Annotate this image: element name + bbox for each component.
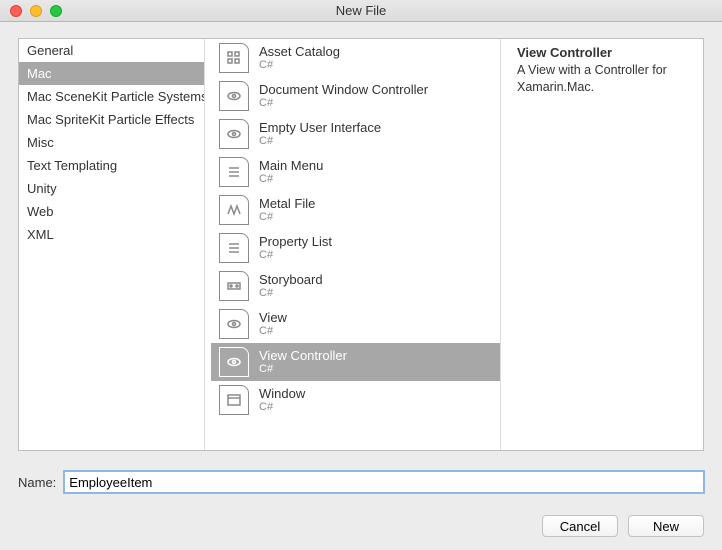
file-icon	[219, 195, 249, 225]
template-subtitle: C#	[259, 59, 340, 72]
category-item[interactable]: General	[19, 39, 204, 62]
template-item[interactable]: View ControllerC#	[211, 343, 500, 381]
template-details: View Controller A View with a Controller…	[507, 39, 703, 450]
template-name: View	[259, 310, 287, 326]
traffic-lights	[0, 5, 62, 17]
category-item[interactable]: Mac SpriteKit Particle Effects	[19, 108, 204, 131]
template-item[interactable]: Document Window ControllerC#	[211, 77, 500, 115]
file-icon	[219, 43, 249, 73]
template-subtitle: C#	[259, 249, 332, 262]
category-item[interactable]: Mac	[19, 62, 204, 85]
close-icon[interactable]	[10, 5, 22, 17]
file-icon	[219, 119, 249, 149]
detail-description: A View with a Controller for Xamarin.Mac…	[517, 62, 693, 96]
template-text: Main MenuC#	[259, 158, 323, 187]
minimize-icon[interactable]	[30, 5, 42, 17]
button-row: Cancel New	[18, 515, 704, 537]
template-subtitle: C#	[259, 97, 428, 110]
template-text: ViewC#	[259, 310, 287, 339]
maximize-icon[interactable]	[50, 5, 62, 17]
file-icon	[219, 233, 249, 263]
template-item[interactable]: WindowC#	[211, 381, 500, 419]
window-title: New File	[0, 3, 722, 18]
template-name: Window	[259, 386, 305, 402]
template-subtitle: C#	[259, 401, 305, 414]
template-name: Metal File	[259, 196, 315, 212]
category-list[interactable]: GeneralMacMac SceneKit Particle SystemsM…	[19, 39, 205, 450]
template-name: Empty User Interface	[259, 120, 381, 136]
template-item[interactable]: Asset CatalogC#	[211, 39, 500, 77]
template-text: Empty User InterfaceC#	[259, 120, 381, 149]
category-item[interactable]: Web	[19, 200, 204, 223]
template-subtitle: C#	[259, 363, 347, 376]
name-label: Name:	[18, 475, 56, 490]
template-name: Main Menu	[259, 158, 323, 174]
category-item[interactable]: Misc	[19, 131, 204, 154]
file-icon	[219, 81, 249, 111]
category-item[interactable]: XML	[19, 223, 204, 246]
template-text: WindowC#	[259, 386, 305, 415]
window-titlebar: New File	[0, 0, 722, 22]
template-subtitle: C#	[259, 135, 381, 148]
name-input[interactable]	[64, 471, 704, 493]
template-item[interactable]: Empty User InterfaceC#	[211, 115, 500, 153]
template-name: Asset Catalog	[259, 44, 340, 60]
template-text: Document Window ControllerC#	[259, 82, 428, 111]
template-item[interactable]: StoryboardC#	[211, 267, 500, 305]
template-name: Property List	[259, 234, 332, 250]
file-icon	[219, 157, 249, 187]
file-icon	[219, 271, 249, 301]
template-browser: GeneralMacMac SceneKit Particle SystemsM…	[18, 38, 704, 451]
template-list[interactable]: Asset CatalogC#Document Window Controlle…	[211, 39, 501, 450]
template-item[interactable]: Metal FileC#	[211, 191, 500, 229]
template-text: View ControllerC#	[259, 348, 347, 377]
template-item[interactable]: Property ListC#	[211, 229, 500, 267]
template-subtitle: C#	[259, 325, 287, 338]
template-name: Document Window Controller	[259, 82, 428, 98]
category-item[interactable]: Mac SceneKit Particle Systems	[19, 85, 204, 108]
template-subtitle: C#	[259, 287, 323, 300]
template-text: Metal FileC#	[259, 196, 315, 225]
template-item[interactable]: Main MenuC#	[211, 153, 500, 191]
file-icon	[219, 309, 249, 339]
file-icon	[219, 385, 249, 415]
template-name: View Controller	[259, 348, 347, 364]
template-subtitle: C#	[259, 173, 323, 186]
template-text: Asset CatalogC#	[259, 44, 340, 73]
template-text: Property ListC#	[259, 234, 332, 263]
template-item[interactable]: ViewC#	[211, 305, 500, 343]
template-subtitle: C#	[259, 211, 315, 224]
new-button[interactable]: New	[628, 515, 704, 537]
detail-title: View Controller	[517, 45, 693, 60]
template-name: Storyboard	[259, 272, 323, 288]
category-item[interactable]: Text Templating	[19, 154, 204, 177]
file-icon	[219, 347, 249, 377]
dialog-content: GeneralMacMac SceneKit Particle SystemsM…	[0, 22, 722, 550]
template-text: StoryboardC#	[259, 272, 323, 301]
name-row: Name:	[18, 471, 704, 493]
category-item[interactable]: Unity	[19, 177, 204, 200]
cancel-button[interactable]: Cancel	[542, 515, 618, 537]
